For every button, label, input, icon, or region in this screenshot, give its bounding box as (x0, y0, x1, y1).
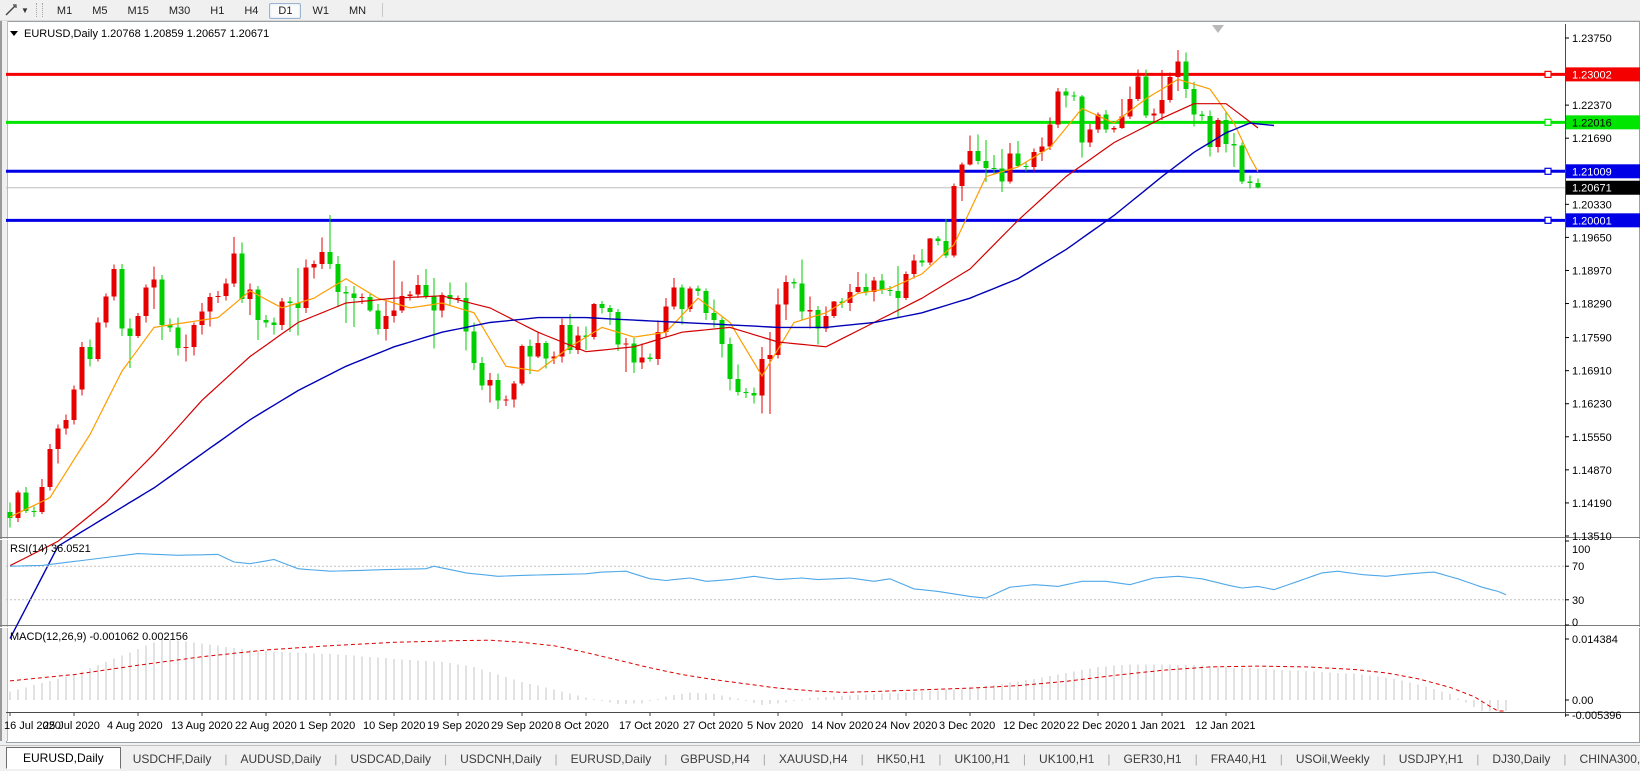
chart-tab-16-china300-h1[interactable]: CHINA300,H1 (1568, 749, 1640, 769)
chart-tab-bar: EURUSD,DailyUSDCHF,Daily|AUDUSD,Daily|US… (0, 745, 1640, 771)
price-tick-label: 1.14190 (1572, 498, 1612, 510)
rsi-axis-label: 70 (1572, 561, 1584, 573)
current-price-tag: 1.20671 (1566, 181, 1640, 195)
date-tick-label: 27 Oct 2020 (683, 720, 743, 732)
date-tick-label: 25 Jul 2020 (43, 720, 100, 732)
macd-axis-label: 0.014384 (1572, 634, 1618, 646)
tabs-container: EURUSD,DailyUSDCHF,Daily|AUDUSD,Daily|US… (0, 748, 1640, 770)
price-tick-label: 1.15550 (1572, 432, 1612, 444)
price-tick-label: 1.21690 (1572, 133, 1612, 145)
chart-tab-7-xauusd-h4[interactable]: XAUUSD,H4 (767, 749, 860, 769)
mt4-window: ▼ M1M5M15M30H1H4D1W1MN 1.237501.223701.2… (0, 0, 1640, 771)
timeframe-button-m15[interactable]: M15 (118, 3, 157, 19)
timeframe-button-mn[interactable]: MN (340, 3, 375, 19)
toolbar-grip[interactable] (36, 3, 43, 17)
ma-line-ma-slow (10, 123, 1274, 639)
ma-line-ma-mid (10, 104, 1258, 566)
ma-line-ma-fast (10, 79, 1258, 517)
line-studies-icon[interactable] (2, 2, 20, 18)
svg-text:1.21009: 1.21009 (1572, 166, 1612, 178)
date-tick-label: 22 Aug 2020 (235, 720, 297, 732)
price-axis[interactable]: 1.23750 1.22370 1.21690 1.20330 1.19650 1.189… (1565, 33, 1622, 722)
macd-label: MACD(12,26,9) -0.001062 0.002156 (10, 631, 188, 643)
chart-tab-5-eurusd-daily[interactable]: EURUSD,Daily (559, 749, 664, 769)
toolbar-separator (382, 3, 383, 17)
chart-tab-3-usdcad-daily[interactable]: USDCAD,Daily (338, 749, 443, 769)
date-tick-label: 12 Jan 2021 (1195, 720, 1256, 732)
date-tick-label: 29 Sep 2020 (491, 720, 553, 732)
svg-text:1.20001: 1.20001 (1572, 215, 1612, 227)
price-tick-label: 1.20330 (1572, 199, 1612, 211)
date-tick-label: 19 Sep 2020 (427, 720, 489, 732)
price-tick-label: 1.18970 (1572, 265, 1612, 277)
timeframe-buttons: M1M5M15M30H1H4D1W1MN (47, 1, 376, 19)
macd-axis-label: 0.00 (1572, 695, 1593, 707)
chart-tab-4-usdcnh-daily[interactable]: USDCNH,Daily (448, 749, 553, 769)
price-tick-label: 1.14870 (1572, 465, 1612, 477)
date-tick-label: 4 Aug 2020 (107, 720, 163, 732)
timeframe-button-m30[interactable]: M30 (160, 3, 199, 19)
timeframe-button-m5[interactable]: M5 (83, 3, 116, 19)
chart-tab-9-uk100-h1[interactable]: UK100,H1 (943, 749, 1022, 769)
date-tick-label: 10 Sep 2020 (363, 720, 425, 732)
price-tick-label: 1.16910 (1572, 366, 1612, 378)
chevron-down-icon[interactable]: ▼ (21, 6, 29, 15)
chart-canvas[interactable]: 1.23750 1.22370 1.21690 1.20330 1.19650 1.189… (0, 20, 1640, 745)
symbol-dropdown-icon (10, 31, 18, 36)
chart-tab-6-gbpusd-h4[interactable]: GBPUSD,H4 (668, 749, 761, 769)
date-tick-label: 1 Jan 2021 (1131, 720, 1185, 732)
price-tick-label: 1.18290 (1572, 299, 1612, 311)
chart-tab-8-hk50-h1[interactable]: HK50,H1 (865, 749, 938, 769)
date-tick-label: 8 Oct 2020 (555, 720, 609, 732)
rsi-axis-label: 100 (1572, 544, 1590, 556)
timeframe-button-m1[interactable]: M1 (48, 3, 81, 19)
date-tick-label: 1 Sep 2020 (299, 720, 355, 732)
price-tick-label: 1.22370 (1572, 100, 1612, 112)
date-tick-label: 14 Nov 2020 (811, 720, 873, 732)
price-tick-label: 1.23750 (1572, 33, 1612, 45)
date-tick-label: 5 Nov 2020 (747, 720, 803, 732)
price-tick-label: 1.17590 (1572, 333, 1612, 345)
chart-tab-11-ger30-h1[interactable]: GER30,H1 (1112, 749, 1194, 769)
chart-tab-15-dj30-daily[interactable]: DJ30,Daily (1480, 749, 1562, 769)
rsi-line (10, 554, 1506, 599)
macd-histogram (10, 639, 1507, 711)
horizontal-line-1.22016[interactable]: 1.22016 (6, 115, 1640, 129)
svg-text:1.23002: 1.23002 (1572, 69, 1612, 81)
chart-tab-1-usdchf-daily[interactable]: USDCHF,Daily (121, 749, 224, 769)
horizontal-line-1.20001[interactable]: 1.20001 (6, 213, 1640, 227)
rsi-axis-label: 30 (1572, 595, 1584, 607)
price-tick-label: 1.19650 (1572, 232, 1612, 244)
date-tick-label: 12 Dec 2020 (1003, 720, 1065, 732)
date-tick-label: 24 Nov 2020 (875, 720, 937, 732)
rsi-axis-label: 0 (1572, 617, 1578, 629)
macd-axis-label: -0.005396 (1572, 710, 1622, 722)
svg-text:1.22016: 1.22016 (1572, 117, 1612, 129)
svg-text:1.20671: 1.20671 (1572, 183, 1612, 195)
timeframe-toolbar: ▼ M1M5M15M30H1H4D1W1MN (0, 0, 1640, 21)
price-tick-label: 1.16230 (1572, 399, 1612, 411)
horizontal-line-1.21009[interactable]: 1.21009 (6, 164, 1640, 178)
date-tick-label: 3 Dec 2020 (939, 720, 995, 732)
horizontal-line-1.23002[interactable]: 1.23002 (6, 67, 1640, 81)
chart-shift-marker (1212, 25, 1224, 33)
price-tick-label: 1.13510 (1572, 531, 1612, 543)
chart-tab-14-usdjpy-h1[interactable]: USDJPY,H1 (1387, 749, 1475, 769)
rsi-label: RSI(14) 36.0521 (10, 543, 91, 555)
chart-tab-13-usoil-weekly[interactable]: USOil,Weekly (1284, 749, 1382, 769)
chart-tab-10-uk100-h1[interactable]: UK100,H1 (1027, 749, 1106, 769)
date-tick-label: 13 Aug 2020 (171, 720, 233, 732)
chart-tab-12-fra40-h1[interactable]: FRA40,H1 (1199, 749, 1279, 769)
chart-title-ohlc: EURUSD,Daily 1.20768 1.20859 1.20657 1.2… (24, 28, 269, 40)
chart-tab-0-eurusd-daily[interactable]: EURUSD,Daily (6, 747, 121, 769)
time-axis[interactable]: 16 Jul 202025 Jul 20204 Aug 202013 Aug 2… (4, 712, 1256, 732)
date-tick-label: 17 Oct 2020 (619, 720, 679, 732)
timeframe-button-h1[interactable]: H1 (201, 3, 233, 19)
timeframe-button-d1[interactable]: D1 (269, 3, 301, 19)
timeframe-button-w1[interactable]: W1 (303, 3, 338, 19)
chart-tab-2-audusd-daily[interactable]: AUDUSD,Daily (229, 749, 334, 769)
date-tick-label: 22 Dec 2020 (1067, 720, 1129, 732)
timeframe-button-h4[interactable]: H4 (235, 3, 267, 19)
